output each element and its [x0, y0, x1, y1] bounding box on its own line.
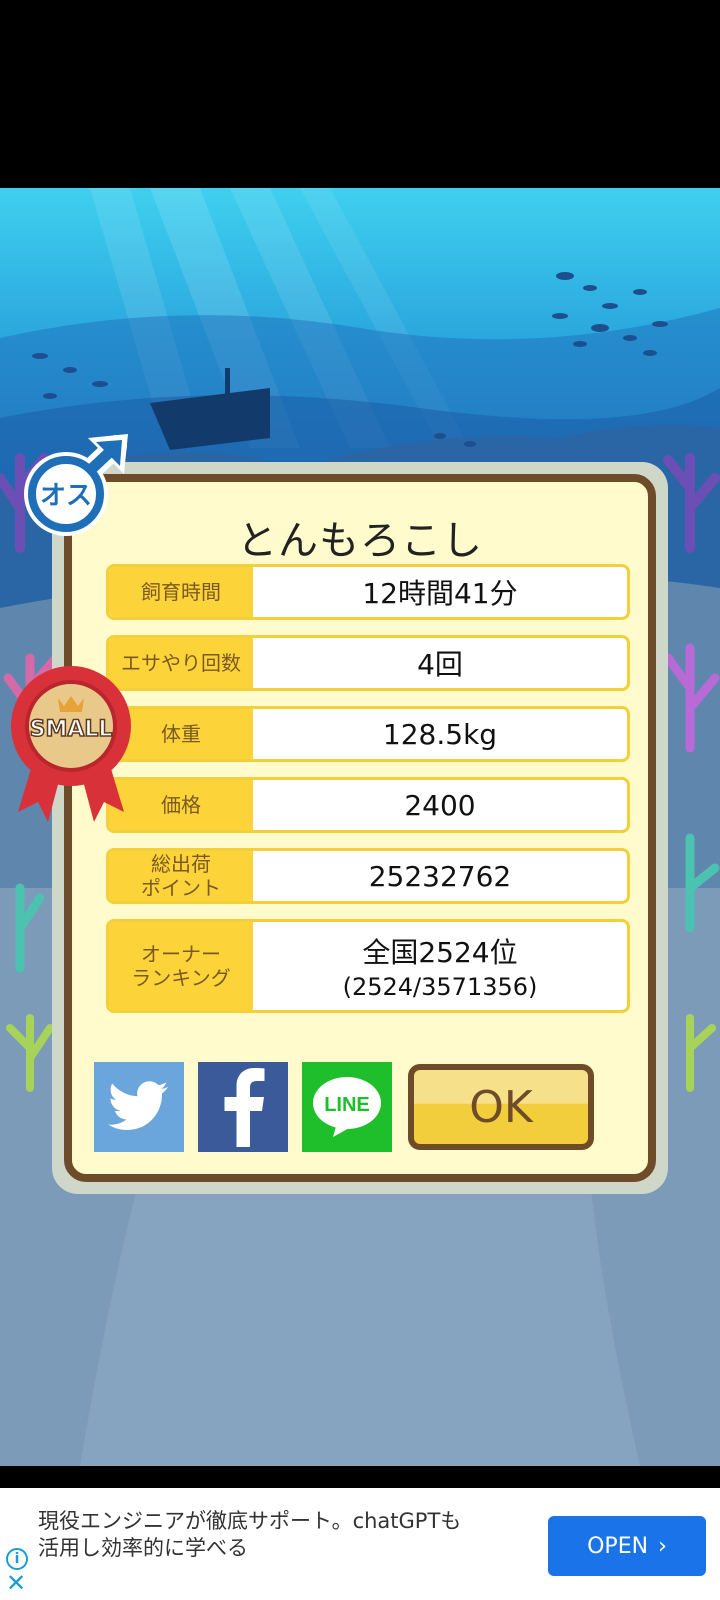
chevron-right-icon: › [658, 1533, 667, 1559]
stat-row-shipping-points: 総出荷 ポイント 25232762 [106, 848, 630, 904]
stat-value: 25232762 [368, 859, 512, 893]
facebook-f-icon [224, 1068, 265, 1147]
stat-label: オーナー ランキング [109, 922, 253, 1010]
stat-row-raising-time: 飼育時間 12時間41分 [106, 564, 630, 620]
stat-value: 12時間41分 [362, 577, 518, 610]
male-gender-badge: オス [22, 432, 134, 536]
facebook-share-button[interactable] [198, 1062, 288, 1152]
svg-text:LINE: LINE [324, 1094, 370, 1116]
ranking-detail: (2524/3571356) [342, 973, 538, 1001]
ad-info-icon[interactable]: i [6, 1548, 28, 1570]
stat-value: 全国2524位 (2524/3571356) [253, 922, 627, 1010]
stat-label: 飼育時間 [109, 567, 253, 617]
ad-close-icon[interactable]: ✕ [6, 1571, 26, 1595]
twitter-share-button[interactable] [94, 1062, 184, 1152]
stat-value: 2400 [404, 788, 476, 822]
male-symbol-icon: オス [24, 434, 128, 536]
twitter-bird-icon [108, 1081, 168, 1130]
small-size-ribbon: SMALL [8, 662, 134, 822]
ribbon-icon: SMALL [11, 666, 131, 822]
stat-label: 総出荷 ポイント [109, 851, 253, 901]
ad-banner[interactable]: 現役エンジニアが徹底サポート。chatGPTも 活用し効率的に学べる OPEN … [0, 1488, 720, 1600]
svg-text:SMALL: SMALL [30, 717, 113, 742]
stat-row-feed-count: エサやり回数 4回 [106, 635, 630, 691]
ad-text: 現役エンジニアが徹底サポート。chatGPTも 活用し効率的に学べる [38, 1509, 462, 1561]
svg-text:オス: オス [40, 481, 92, 511]
stat-value: 4回 [417, 648, 463, 681]
top-black-bar [0, 0, 720, 188]
fish-name-title: とんもろこし [237, 518, 483, 564]
ad-open-button[interactable]: OPEN › [548, 1516, 706, 1576]
stat-row-price: 価格 2400 [106, 777, 630, 833]
line-share-button[interactable]: LINE [302, 1062, 392, 1152]
ranking-main: 全国2524位 [362, 936, 518, 969]
line-logo-icon: LINE [313, 1077, 381, 1137]
stat-row-owner-ranking: オーナー ランキング 全国2524位 (2524/3571356) [106, 919, 630, 1013]
stat-value: 128.5kg [382, 717, 498, 751]
result-dialog: とんもろこし 飼育時間 12時間41分 エサやり回数 4回 体重 128.5kg… [64, 474, 656, 1182]
stat-row-weight: 体重 128.5kg [106, 706, 630, 762]
bottom-black-bar [0, 1466, 720, 1488]
ok-button[interactable]: OK [408, 1064, 594, 1150]
